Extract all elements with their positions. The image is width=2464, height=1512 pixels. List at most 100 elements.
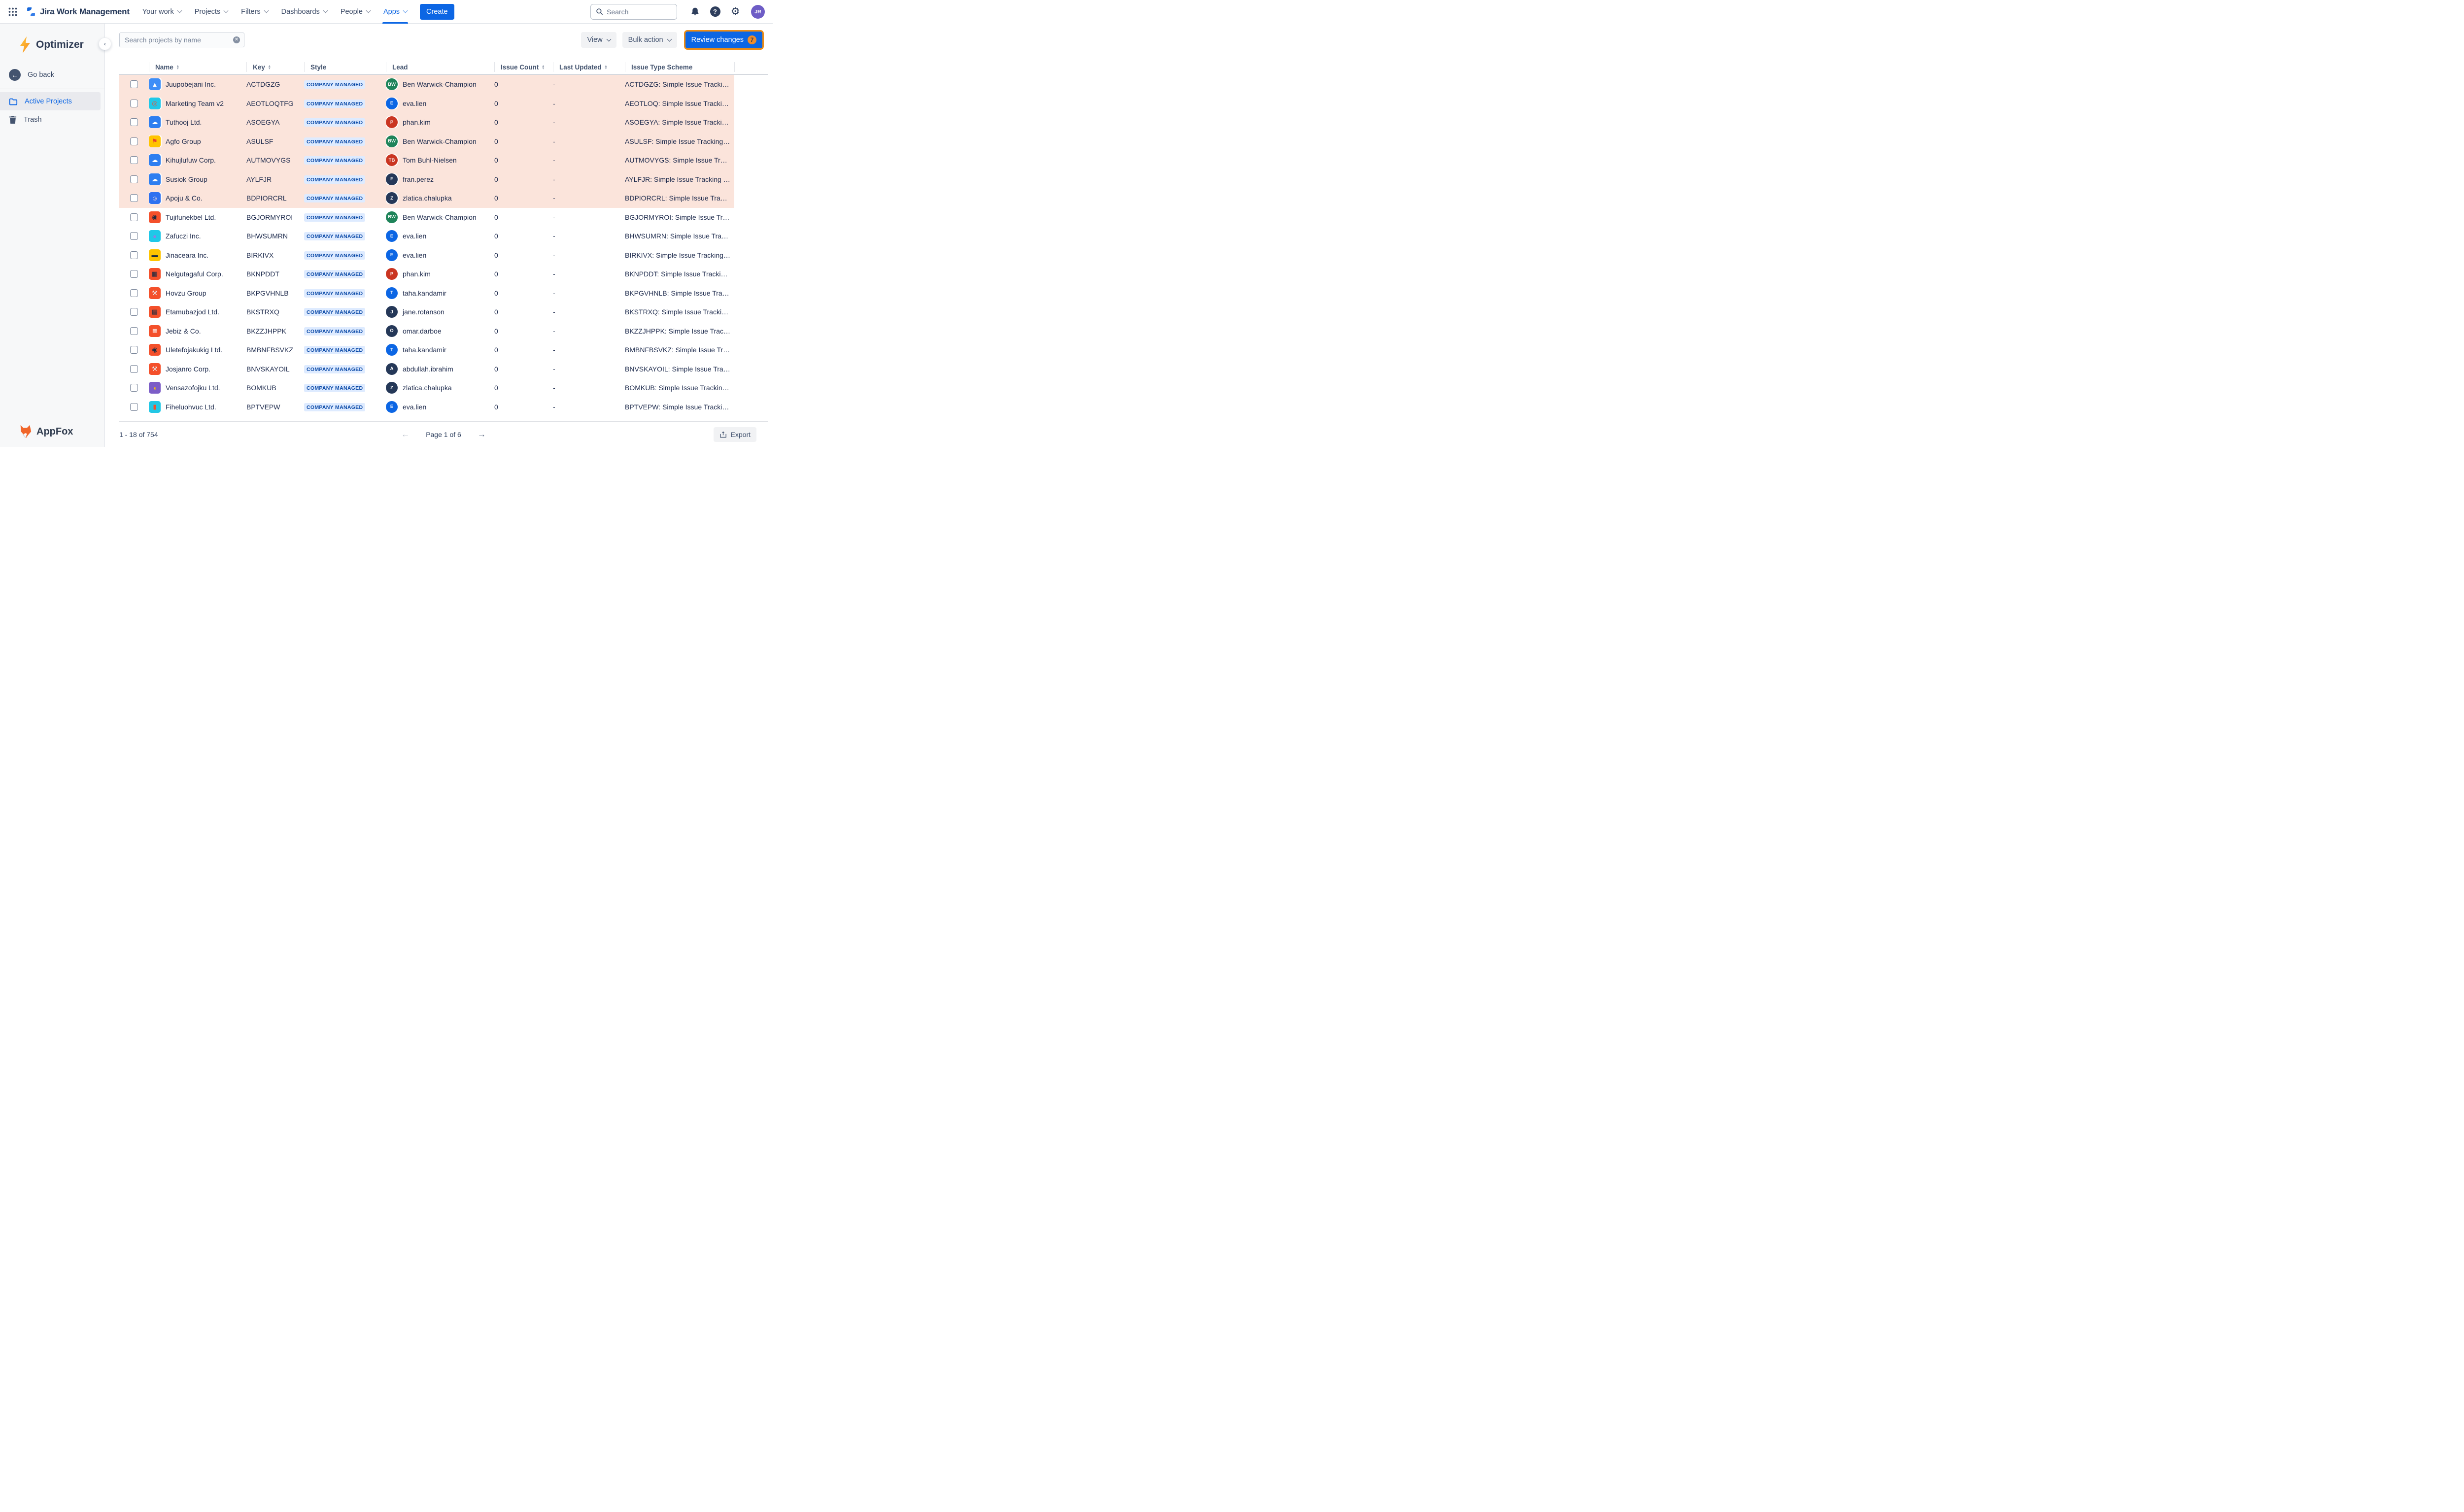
project-name: Tuthooj Ltd. xyxy=(166,118,202,126)
column-header-label: Last Updated xyxy=(559,64,602,71)
review-changes-button[interactable]: Review changes 7 xyxy=(685,32,762,48)
notifications-button[interactable] xyxy=(687,4,703,20)
row-checkbox[interactable] xyxy=(130,327,138,335)
app-switcher-button[interactable] xyxy=(5,4,21,20)
project-key: BHWSUMRN xyxy=(246,232,304,240)
issue-count: 0 xyxy=(494,175,553,183)
nav-item-dashboards[interactable]: Dashboards xyxy=(281,0,327,24)
global-search-input[interactable] xyxy=(607,8,672,16)
nav-item-your-work[interactable]: Your work xyxy=(142,0,181,24)
issue-type-scheme: BHWSUMRN: Simple Issue Trackin... xyxy=(625,232,734,240)
row-checkbox[interactable] xyxy=(130,80,138,88)
previous-page-arrow-icon[interactable]: ← xyxy=(401,430,410,439)
issue-count: 0 xyxy=(494,289,553,297)
column-header-lead[interactable]: Lead xyxy=(386,62,494,72)
row-checkbox-cell xyxy=(119,100,149,107)
table-row[interactable]: ◎Marketing Team v2AEOTLOQTFGCOMPANY MANA… xyxy=(119,94,734,113)
sidebar-item-active-projects[interactable]: Active Projects xyxy=(0,92,101,110)
lead-cell: Ffran.perez xyxy=(386,173,494,185)
go-back-button[interactable]: ← Go back xyxy=(0,65,104,85)
sidebar-collapse-button[interactable]: ‹ xyxy=(99,37,111,50)
row-checkbox[interactable] xyxy=(130,346,138,354)
column-header-style[interactable]: Style xyxy=(304,62,386,72)
sidebar-app-name: Optimizer xyxy=(36,39,84,51)
row-checkbox[interactable] xyxy=(130,270,138,278)
row-checkbox[interactable] xyxy=(130,403,138,411)
table-row[interactable]: ◖Vensazofojku Ltd.BOMKUBCOMPANY MANAGEDZ… xyxy=(119,378,734,398)
lead-avatar: BW xyxy=(386,135,398,147)
row-checkbox[interactable] xyxy=(130,156,138,164)
lead-avatar: E xyxy=(386,249,398,261)
table-row[interactable]: ⚑Agfo GroupASULSFCOMPANY MANAGEDBWBen Wa… xyxy=(119,132,734,151)
row-checkbox[interactable] xyxy=(130,289,138,297)
nav-item-people[interactable]: People xyxy=(341,0,370,24)
table-row[interactable]: ≣Jebiz & Co.BKZZJHPPKCOMPANY MANAGEDOoma… xyxy=(119,322,734,341)
row-checkbox[interactable] xyxy=(130,137,138,145)
vinyl-record-icon: ◉ xyxy=(149,344,161,356)
next-page-arrow-icon[interactable]: → xyxy=(478,430,486,439)
table-row[interactable]: ▦Nelgutagaful Corp.BKNPDDTCOMPANY MANAGE… xyxy=(119,265,734,284)
project-key: BPTVEPW xyxy=(246,403,304,411)
lead-avatar: P xyxy=(386,268,398,280)
table-row[interactable]: ☁Kihujlufuw Corp.AUTMOVYGSCOMPANY MANAGE… xyxy=(119,151,734,170)
style-badge: COMPANY MANAGED xyxy=(304,270,365,278)
bell-icon xyxy=(690,6,700,17)
project-name-cell: ▮Fiheluohvuc Ltd. xyxy=(149,401,246,413)
column-header-last-updated[interactable]: Last Updated▴▾ xyxy=(553,62,625,72)
project-search-input[interactable] xyxy=(125,36,233,44)
table-row[interactable]: ▲Juupobejani Inc.ACTDGZGCOMPANY MANAGEDB… xyxy=(119,75,734,94)
style-badge: COMPANY MANAGED xyxy=(304,346,365,354)
row-checkbox[interactable] xyxy=(130,384,138,392)
project-key: BDPIORCRL xyxy=(246,194,304,202)
view-dropdown-button[interactable]: View xyxy=(581,32,616,48)
last-updated: - xyxy=(553,232,625,240)
lead-avatar: BW xyxy=(386,211,398,223)
table-row[interactable]: ▬Jinaceara Inc.BIRKIVXCOMPANY MANAGEDEev… xyxy=(119,246,734,265)
row-checkbox[interactable] xyxy=(130,365,138,373)
jira-logo[interactable]: Jira Work Management xyxy=(26,6,130,17)
table-row[interactable]: ⚒Josjanro Corp.BNVSKAYOILCOMPANY MANAGED… xyxy=(119,360,734,379)
table-row[interactable]: ▤Etamubazjod Ltd.BKSTRXQCOMPANY MANAGEDJ… xyxy=(119,302,734,322)
column-header-key[interactable]: Key▴▾ xyxy=(246,62,304,72)
bulk-action-dropdown-button[interactable]: Bulk action xyxy=(622,32,677,48)
global-search[interactable] xyxy=(590,4,677,20)
project-style-cell: COMPANY MANAGED xyxy=(304,194,386,202)
sidebar-item-trash[interactable]: Trash xyxy=(0,110,101,129)
lead-cell: Zzlatica.chalupka xyxy=(386,192,494,204)
row-checkbox[interactable] xyxy=(130,213,138,221)
nav-item-projects[interactable]: Projects xyxy=(195,0,228,24)
table-row[interactable]: ☁Susiok GroupAYLFJRCOMPANY MANAGEDFfran.… xyxy=(119,170,734,189)
issue-count: 0 xyxy=(494,384,553,392)
export-button[interactable]: Export xyxy=(714,427,756,442)
row-checkbox[interactable] xyxy=(130,100,138,107)
row-checkbox[interactable] xyxy=(130,194,138,202)
nav-item-filters[interactable]: Filters xyxy=(241,0,268,24)
user-avatar[interactable]: JR xyxy=(751,5,765,19)
review-changes-label: Review changes xyxy=(691,36,744,44)
row-checkbox[interactable] xyxy=(130,251,138,259)
table-row[interactable]: ●Zafuczi Inc.BHWSUMRNCOMPANY MANAGEDEeva… xyxy=(119,227,734,246)
table-row[interactable]: ◉Uletefojakukig Ltd.BMBNFBSVKZCOMPANY MA… xyxy=(119,340,734,360)
table-row[interactable]: ◉Tujifunekbel Ltd.BGJORMYROICOMPANY MANA… xyxy=(119,208,734,227)
table-toolbar: ✕ View Bulk action Review changes 7 xyxy=(119,32,762,48)
column-header-issue-type-scheme[interactable]: Issue Type Scheme xyxy=(625,62,734,72)
table-row[interactable]: ▮Fiheluohvuc Ltd.BPTVEPWCOMPANY MANAGEDE… xyxy=(119,398,734,417)
settings-button[interactable]: ⚙ xyxy=(727,4,743,20)
table-row[interactable]: ☁Tuthooj Ltd.ASOEGYACOMPANY MANAGEDPphan… xyxy=(119,113,734,132)
nav-item-apps[interactable]: Apps xyxy=(383,0,407,24)
trash-icon xyxy=(9,115,17,124)
project-name: Agfo Group xyxy=(166,137,201,145)
clear-search-icon[interactable]: ✕ xyxy=(233,36,240,43)
table-row[interactable]: ☺Apoju & Co.BDPIORCRLCOMPANY MANAGEDZzla… xyxy=(119,189,734,208)
column-header-name[interactable]: Name▴▾ xyxy=(149,62,246,72)
column-header-issue-count[interactable]: Issue Count▴▾ xyxy=(494,62,553,72)
row-checkbox[interactable] xyxy=(130,118,138,126)
row-checkbox[interactable] xyxy=(130,308,138,316)
project-search[interactable]: ✕ xyxy=(119,33,244,47)
row-checkbox[interactable] xyxy=(130,232,138,240)
project-name: Kihujlufuw Corp. xyxy=(166,156,216,164)
table-row[interactable]: ⚒Hovzu GroupBKPGVHNLBCOMPANY MANAGEDTtah… xyxy=(119,284,734,303)
help-button[interactable]: ? xyxy=(707,4,723,20)
create-button[interactable]: Create xyxy=(420,4,454,20)
row-checkbox[interactable] xyxy=(130,175,138,183)
